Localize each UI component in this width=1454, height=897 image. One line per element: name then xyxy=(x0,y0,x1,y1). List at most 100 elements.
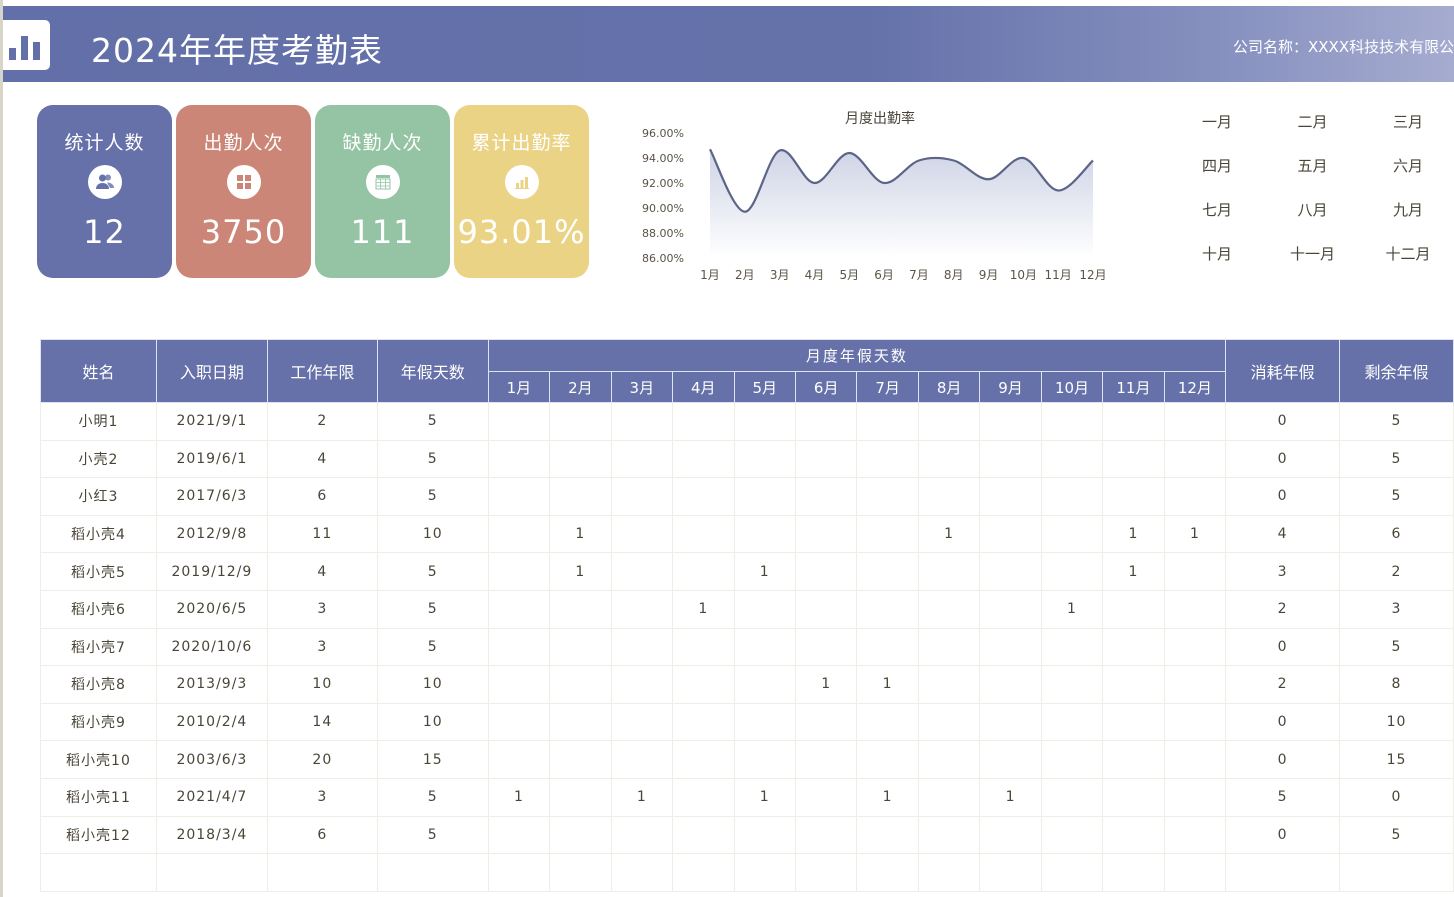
cell-month[interactable]: 1 xyxy=(1102,552,1165,591)
cell-leave-days[interactable]: 5 xyxy=(376,627,489,667)
cell-used[interactable]: 0 xyxy=(1225,815,1341,855)
cell-month[interactable] xyxy=(549,439,612,479)
cell-month[interactable] xyxy=(1102,402,1165,441)
cell-month[interactable] xyxy=(1040,477,1104,516)
cell-month[interactable] xyxy=(672,439,735,479)
cell-month[interactable] xyxy=(856,589,919,629)
cell-month[interactable] xyxy=(487,665,551,704)
cell-used[interactable]: 3 xyxy=(1225,552,1341,591)
cell-hire-date[interactable]: 2019/12/9 xyxy=(155,552,268,591)
cell-month[interactable] xyxy=(487,853,551,892)
cell-used[interactable]: 0 xyxy=(1225,740,1341,779)
cell-remaining[interactable]: 6 xyxy=(1339,514,1454,554)
cell-month[interactable] xyxy=(794,853,858,892)
cell-used[interactable]: 0 xyxy=(1225,439,1341,479)
cell-month[interactable] xyxy=(1102,777,1165,817)
cell-used[interactable]: 5 xyxy=(1225,777,1341,817)
cell-month[interactable] xyxy=(1163,477,1227,516)
cell-month[interactable] xyxy=(610,402,674,441)
cell-remaining[interactable]: 8 xyxy=(1339,665,1454,704)
cell-month[interactable] xyxy=(1040,740,1104,779)
cell-month[interactable] xyxy=(487,702,551,742)
cell-years[interactable]: 11 xyxy=(266,514,378,554)
cell-month[interactable]: 1 xyxy=(672,589,735,629)
cell-month[interactable] xyxy=(1102,627,1165,667)
cell-month[interactable] xyxy=(1040,665,1104,704)
cell-month[interactable] xyxy=(1102,589,1165,629)
cell-name[interactable]: 小明1 xyxy=(40,402,157,441)
cell-month[interactable] xyxy=(1040,439,1104,479)
cell-month[interactable] xyxy=(794,552,858,591)
cell-month[interactable] xyxy=(549,777,612,817)
cell-month[interactable]: 1 xyxy=(794,665,858,704)
cell-month[interactable] xyxy=(672,477,735,516)
cell-remaining[interactable]: 5 xyxy=(1339,402,1454,441)
cell-hire-date[interactable]: 2003/6/3 xyxy=(155,740,268,779)
cell-month[interactable]: 1 xyxy=(856,777,919,817)
cell-month[interactable] xyxy=(610,627,674,667)
cell-month[interactable] xyxy=(1040,552,1104,591)
cell-month[interactable] xyxy=(672,552,735,591)
cell-name[interactable]: 稻小壳6 xyxy=(40,589,157,629)
cell-month[interactable] xyxy=(794,439,858,479)
cell-month[interactable] xyxy=(794,514,858,554)
cell-month[interactable] xyxy=(487,439,551,479)
cell-leave-days[interactable]: 10 xyxy=(376,702,489,742)
cell-month[interactable] xyxy=(979,665,1042,704)
cell-month[interactable] xyxy=(856,514,919,554)
cell-month[interactable] xyxy=(610,589,674,629)
cell-month[interactable] xyxy=(610,740,674,779)
cell-month[interactable] xyxy=(610,665,674,704)
cell-years[interactable]: 3 xyxy=(266,589,378,629)
cell-hire-date[interactable] xyxy=(155,853,268,892)
cell-month[interactable] xyxy=(672,740,735,779)
month-button[interactable]: 一月 xyxy=(1172,111,1262,132)
cell-month[interactable] xyxy=(610,514,674,554)
cell-month[interactable] xyxy=(917,402,981,441)
cell-month[interactable] xyxy=(1163,740,1227,779)
cell-hire-date[interactable]: 2010/2/4 xyxy=(155,702,268,742)
cell-month[interactable] xyxy=(979,853,1042,892)
cell-month[interactable] xyxy=(917,815,981,855)
cell-leave-days[interactable]: 5 xyxy=(376,477,489,516)
cell-years[interactable]: 2 xyxy=(266,402,378,441)
cell-month[interactable] xyxy=(610,815,674,855)
cell-month[interactable] xyxy=(1163,815,1227,855)
cell-month[interactable] xyxy=(1163,777,1227,817)
cell-month[interactable] xyxy=(1102,740,1165,779)
month-button[interactable]: 九月 xyxy=(1363,199,1453,220)
cell-month[interactable] xyxy=(733,740,796,779)
cell-hire-date[interactable]: 2019/6/1 xyxy=(155,439,268,479)
cell-month[interactable] xyxy=(979,514,1042,554)
cell-month[interactable] xyxy=(1040,514,1104,554)
cell-month[interactable]: 1 xyxy=(733,552,796,591)
cell-month[interactable] xyxy=(979,589,1042,629)
cell-leave-days[interactable]: 5 xyxy=(376,439,489,479)
cell-month[interactable] xyxy=(856,402,919,441)
month-button[interactable]: 三月 xyxy=(1363,111,1453,132)
cell-month[interactable] xyxy=(549,627,612,667)
cell-month[interactable] xyxy=(487,514,551,554)
cell-years[interactable]: 3 xyxy=(266,777,378,817)
cell-month[interactable] xyxy=(917,777,981,817)
cell-leave-days[interactable] xyxy=(376,853,489,892)
cell-month[interactable] xyxy=(979,402,1042,441)
cell-month[interactable] xyxy=(979,815,1042,855)
cell-month[interactable] xyxy=(1102,815,1165,855)
cell-month[interactable] xyxy=(549,740,612,779)
cell-month[interactable]: 1 xyxy=(1163,514,1227,554)
cell-name[interactable]: 稻小壳11 xyxy=(40,777,157,817)
month-button[interactable]: 八月 xyxy=(1268,199,1358,220)
cell-month[interactable]: 1 xyxy=(1102,514,1165,554)
month-button[interactable]: 七月 xyxy=(1172,199,1262,220)
cell-month[interactable] xyxy=(1163,665,1227,704)
cell-month[interactable] xyxy=(733,853,796,892)
cell-month[interactable] xyxy=(917,627,981,667)
cell-remaining[interactable]: 2 xyxy=(1339,552,1454,591)
cell-years[interactable]: 6 xyxy=(266,477,378,516)
cell-month[interactable] xyxy=(917,853,981,892)
cell-month[interactable] xyxy=(856,853,919,892)
cell-leave-days[interactable]: 10 xyxy=(376,665,489,704)
cell-month[interactable] xyxy=(1163,402,1227,441)
cell-name[interactable]: 稻小壳4 xyxy=(40,514,157,554)
